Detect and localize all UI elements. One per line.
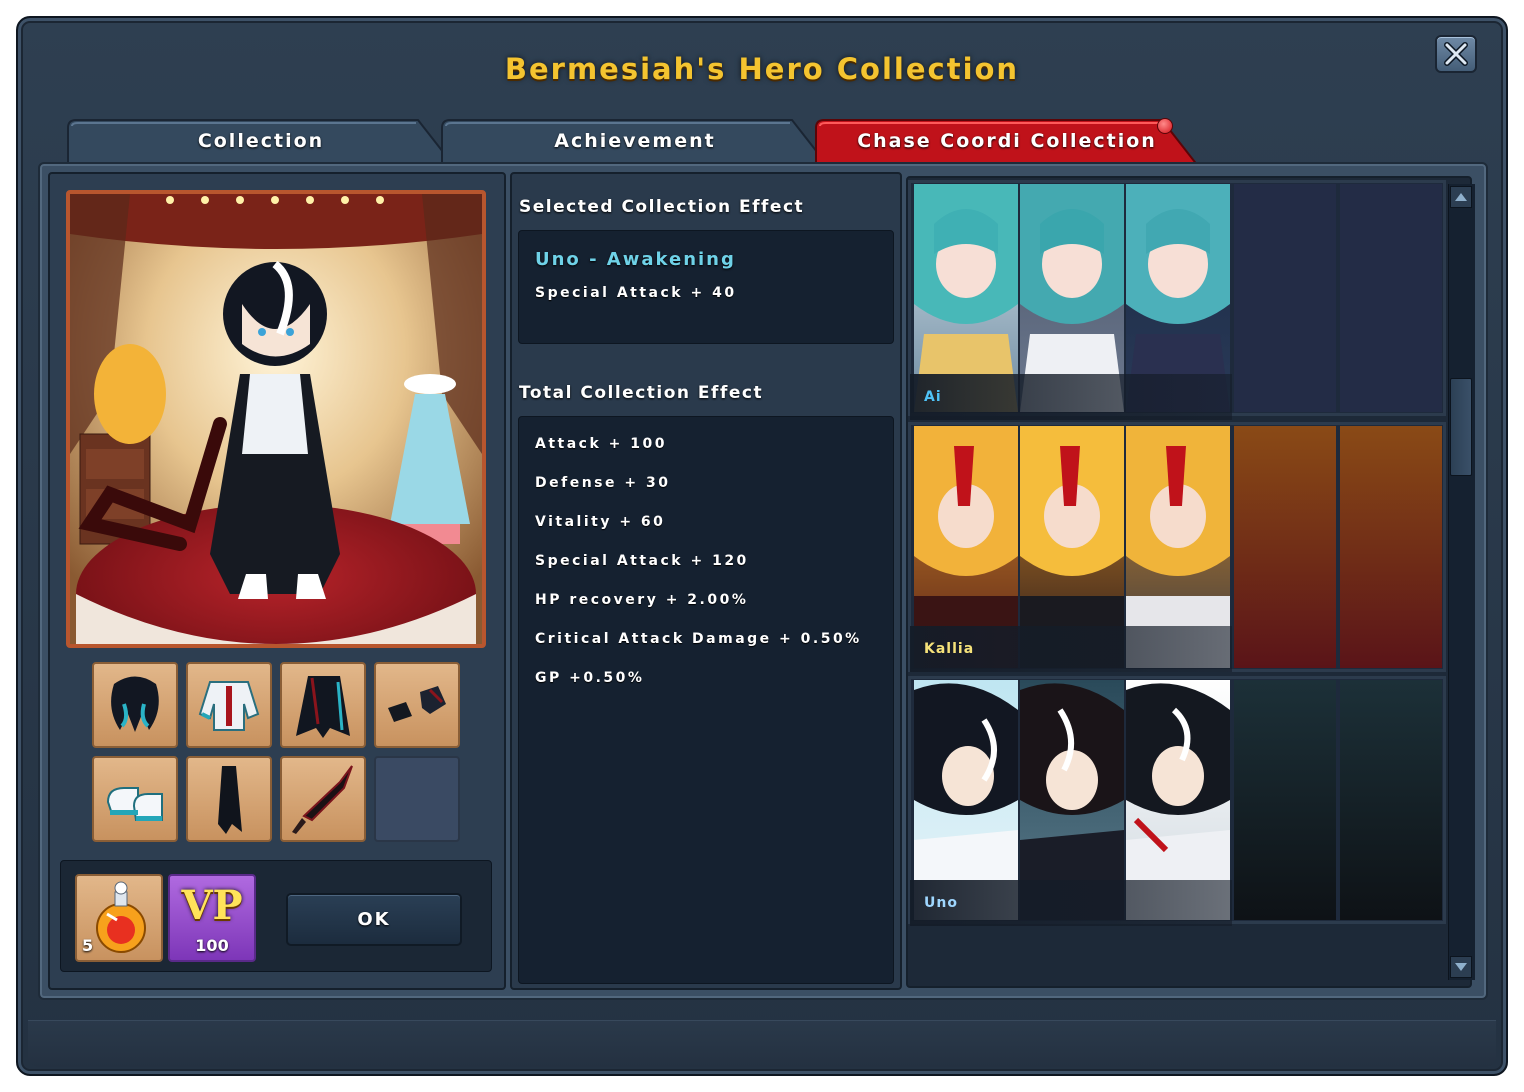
window-title: Bermesiah's Hero Collection [504, 52, 1020, 86]
equip-slot-bottom[interactable] [280, 662, 366, 748]
equip-slot-shoes[interactable] [92, 756, 178, 842]
cape-icon [218, 766, 242, 834]
arrow-down-icon [1455, 963, 1467, 971]
hair-icon [111, 676, 159, 732]
kallia-coordi-card-locked-4 [1234, 426, 1336, 668]
character-stage-illustration [70, 194, 482, 644]
total-stat-vitality: Vitality + 60 [535, 514, 666, 530]
ok-button[interactable]: OK [286, 893, 462, 946]
vp-item-slot[interactable]: VP 100 [168, 874, 256, 962]
potion-count: 5 [82, 936, 94, 955]
selected-effect-heading: Selected Collection Effect [519, 197, 805, 217]
character-preview [66, 190, 486, 648]
uno-coordi-card-locked-4 [1234, 680, 1336, 920]
arrow-up-icon [1455, 193, 1467, 201]
close-button[interactable] [1435, 35, 1477, 73]
total-stat-attack: Attack + 100 [535, 436, 667, 452]
weapon-icon [292, 765, 353, 834]
tab-chase-coordi-label: Chase Coordi Collection [857, 130, 1157, 152]
tab-chase-coordi-collection[interactable]: Chase Coordi Collection [814, 118, 1200, 166]
potion-item-slot[interactable]: 5 [75, 874, 163, 962]
collection-name-uno: Uno [910, 880, 1232, 926]
gloves-icon [388, 686, 446, 722]
total-effect-box [518, 416, 894, 984]
vp-amount: 100 [195, 936, 229, 955]
scroll-thumb[interactable] [1450, 378, 1472, 476]
kallia-coordi-card-locked-5 [1340, 426, 1442, 668]
ai-coordi-card-locked-5 [1340, 184, 1442, 412]
selected-effect-name: Uno - Awakening [535, 249, 736, 270]
ai-coordi-card-locked-4 [1234, 184, 1336, 412]
total-stat-defense: Defense + 30 [535, 475, 671, 491]
total-effect-heading: Total Collection Effect [519, 383, 764, 403]
collection-name-ai: Ai [910, 374, 1232, 420]
equip-slot-empty[interactable] [374, 756, 460, 842]
shoes-icon [106, 787, 163, 821]
uno-coordi-card-locked-5 [1340, 680, 1442, 920]
equip-slot-gloves[interactable] [374, 662, 460, 748]
collection-name-kallia: Kallia [910, 626, 1232, 672]
vp-icon: VP [181, 882, 243, 929]
top-icon [198, 681, 260, 731]
window-footer [28, 1020, 1496, 1067]
tab-achievement[interactable]: Achievement [440, 118, 830, 166]
tab-collection-label: Collection [197, 130, 325, 152]
equip-slot-weapon[interactable] [280, 756, 366, 842]
equip-slot-hair[interactable] [92, 662, 178, 748]
close-icon [1444, 42, 1468, 66]
total-stat-critical-damage: Critical Attack Damage + 0.50% [535, 631, 862, 647]
tab-achievement-label: Achievement [554, 130, 716, 152]
scroll-down-button[interactable] [1450, 956, 1472, 978]
notification-dot [1157, 118, 1173, 134]
equip-slot-top[interactable] [186, 662, 272, 748]
collection-scrollbar[interactable] [1448, 184, 1475, 980]
total-stat-gp: GP +0.50% [535, 670, 645, 686]
equip-slot-cape[interactable] [186, 756, 272, 842]
total-stat-hp-recovery: HP recovery + 2.00% [535, 592, 749, 608]
bottom-icon [296, 676, 350, 738]
selected-effect-stat: Special Attack + 40 [535, 285, 737, 301]
tab-collection[interactable]: Collection [66, 118, 456, 166]
scroll-up-button[interactable] [1450, 186, 1472, 208]
total-stat-special-attack: Special Attack + 120 [535, 553, 749, 569]
